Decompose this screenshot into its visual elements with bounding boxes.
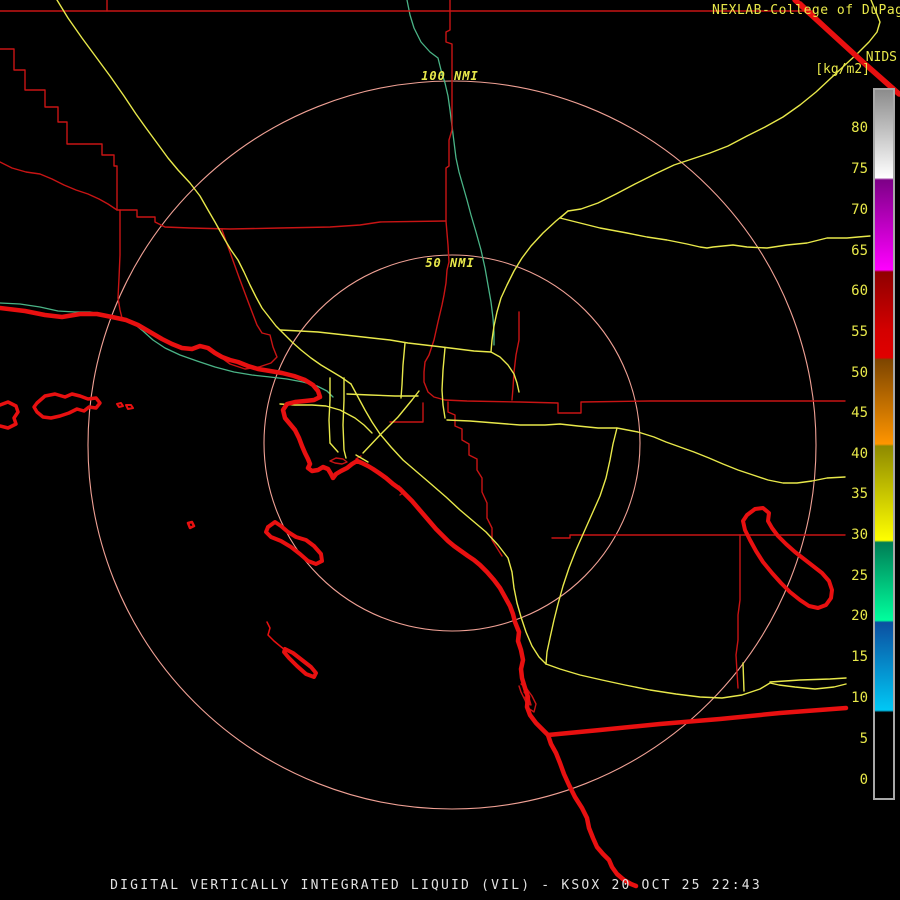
colorbar-unit: [kg/m2] — [815, 62, 870, 77]
colorbar-tick: 45 — [851, 405, 868, 421]
colorbar-tick: 75 — [851, 161, 868, 177]
range-ring-label-50nmi: 50 NMI — [425, 256, 475, 270]
colorbar-tick: 60 — [851, 283, 868, 299]
colorbar-tick: 30 — [851, 527, 868, 543]
colorbar-tick: 20 — [851, 608, 868, 624]
colorbar-tick: 70 — [851, 202, 868, 218]
colorbar-tick: 10 — [851, 690, 868, 706]
colorbar-tick: 5 — [859, 731, 868, 747]
product-caption: DIGITAL VERTICALLY INTEGRATED LIQUID (VI… — [110, 878, 762, 893]
river-lines — [0, 0, 495, 398]
range-ring-50nmi — [263, 254, 641, 632]
colorbar-tick: 50 — [851, 365, 868, 381]
colorbar-tick: 15 — [851, 649, 868, 665]
colorbar-tick: 0 — [859, 772, 868, 788]
radar-display: NEXLAB-College of DuPage NIDS [kg/m2] 80… — [0, 0, 900, 900]
colorbar-tick: 80 — [851, 120, 868, 136]
coastline-lines — [0, 0, 900, 889]
vil-colorbar — [873, 88, 895, 800]
colorbar-tick: 35 — [851, 486, 868, 502]
colorbar-title: NIDS — [865, 50, 897, 65]
range-ring-label-100nmi: 100 NMI — [421, 69, 479, 83]
colorbar-tick: 55 — [851, 324, 868, 340]
header: NEXLAB-College of DuPage — [712, 3, 900, 18]
radar-map — [0, 0, 900, 889]
colorbar-tick: 65 — [851, 243, 868, 259]
range-ring-100nmi — [87, 80, 817, 810]
range-rings — [87, 80, 817, 810]
brand-text: NEXLAB-College of DuPage — [712, 3, 900, 18]
colorbar-tick: 40 — [851, 446, 868, 462]
colorbar-tick: 25 — [851, 568, 868, 584]
